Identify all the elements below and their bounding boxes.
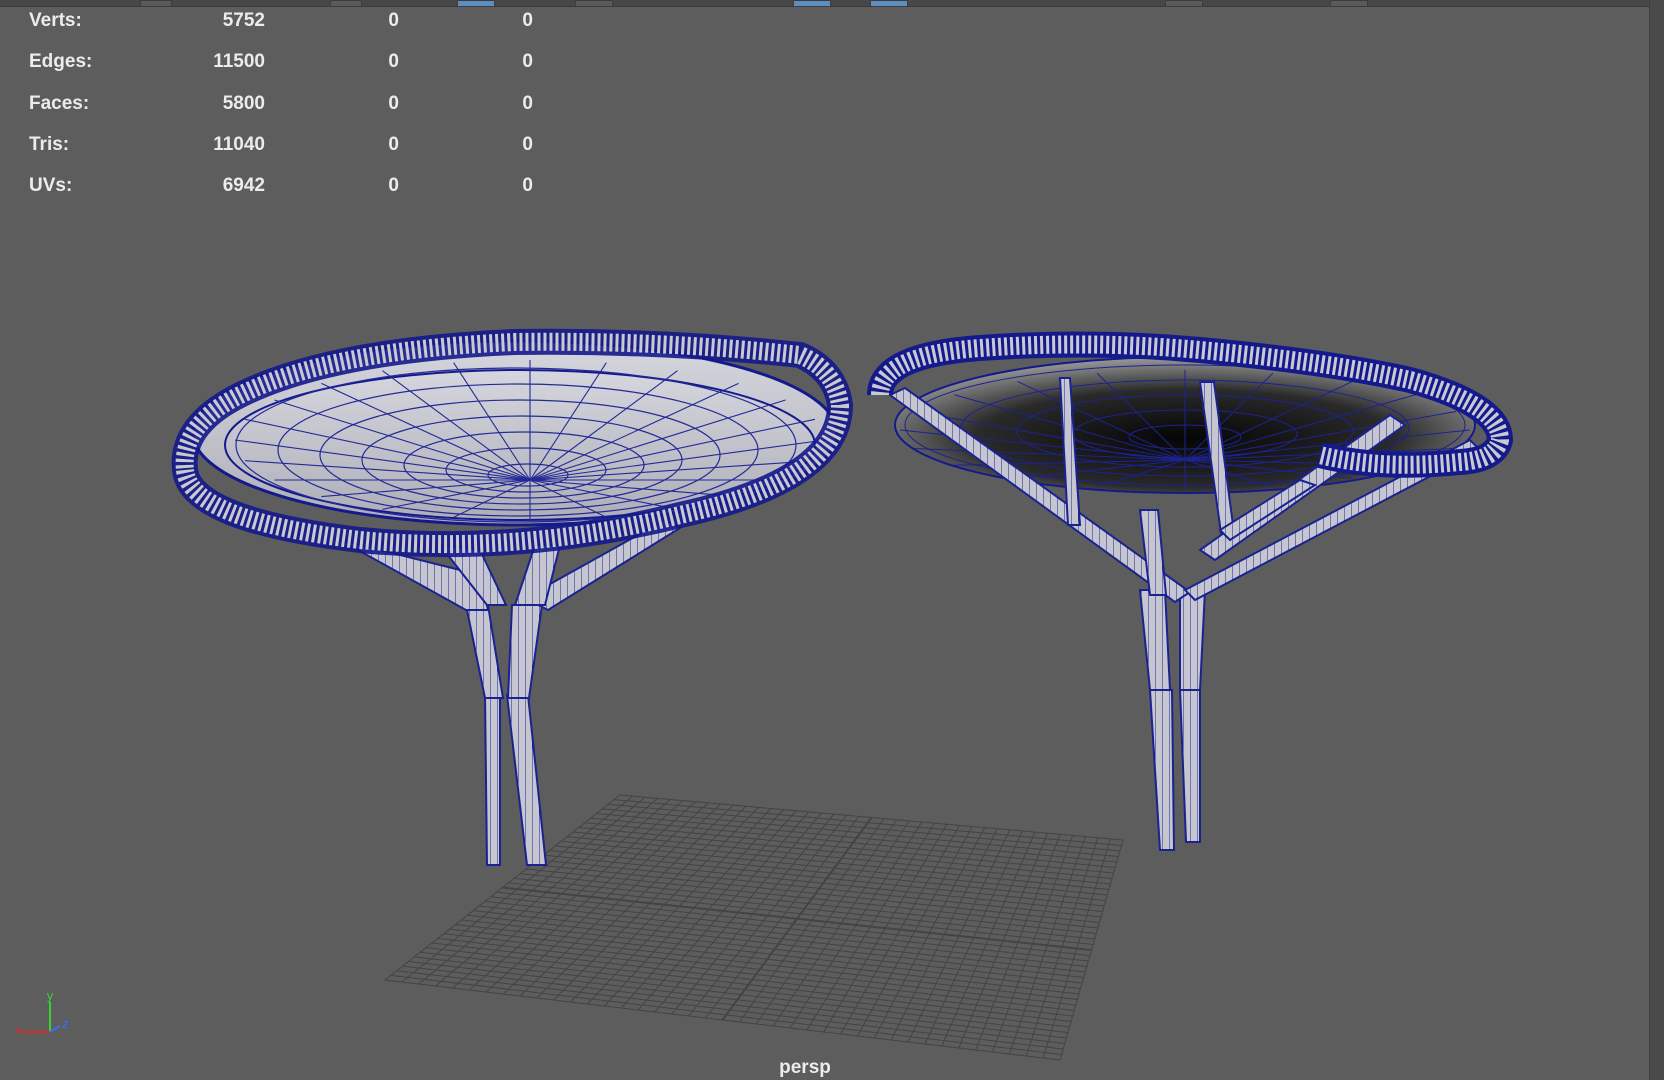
axis-y-label: y	[47, 990, 54, 1003]
viewport-3d[interactable]	[0, 0, 1650, 1080]
viewport-side-scrollbar[interactable]	[1649, 0, 1664, 1080]
mesh-dish-right[interactable]	[867, 331, 1514, 851]
camera-name-label: persp	[779, 1057, 831, 1078]
mesh-dish-left[interactable]	[171, 328, 854, 866]
axis-z-label: z	[62, 1016, 68, 1031]
axis-x-label: x	[15, 1022, 22, 1037]
axis-gizmo-icon: y x z	[15, 990, 68, 1037]
